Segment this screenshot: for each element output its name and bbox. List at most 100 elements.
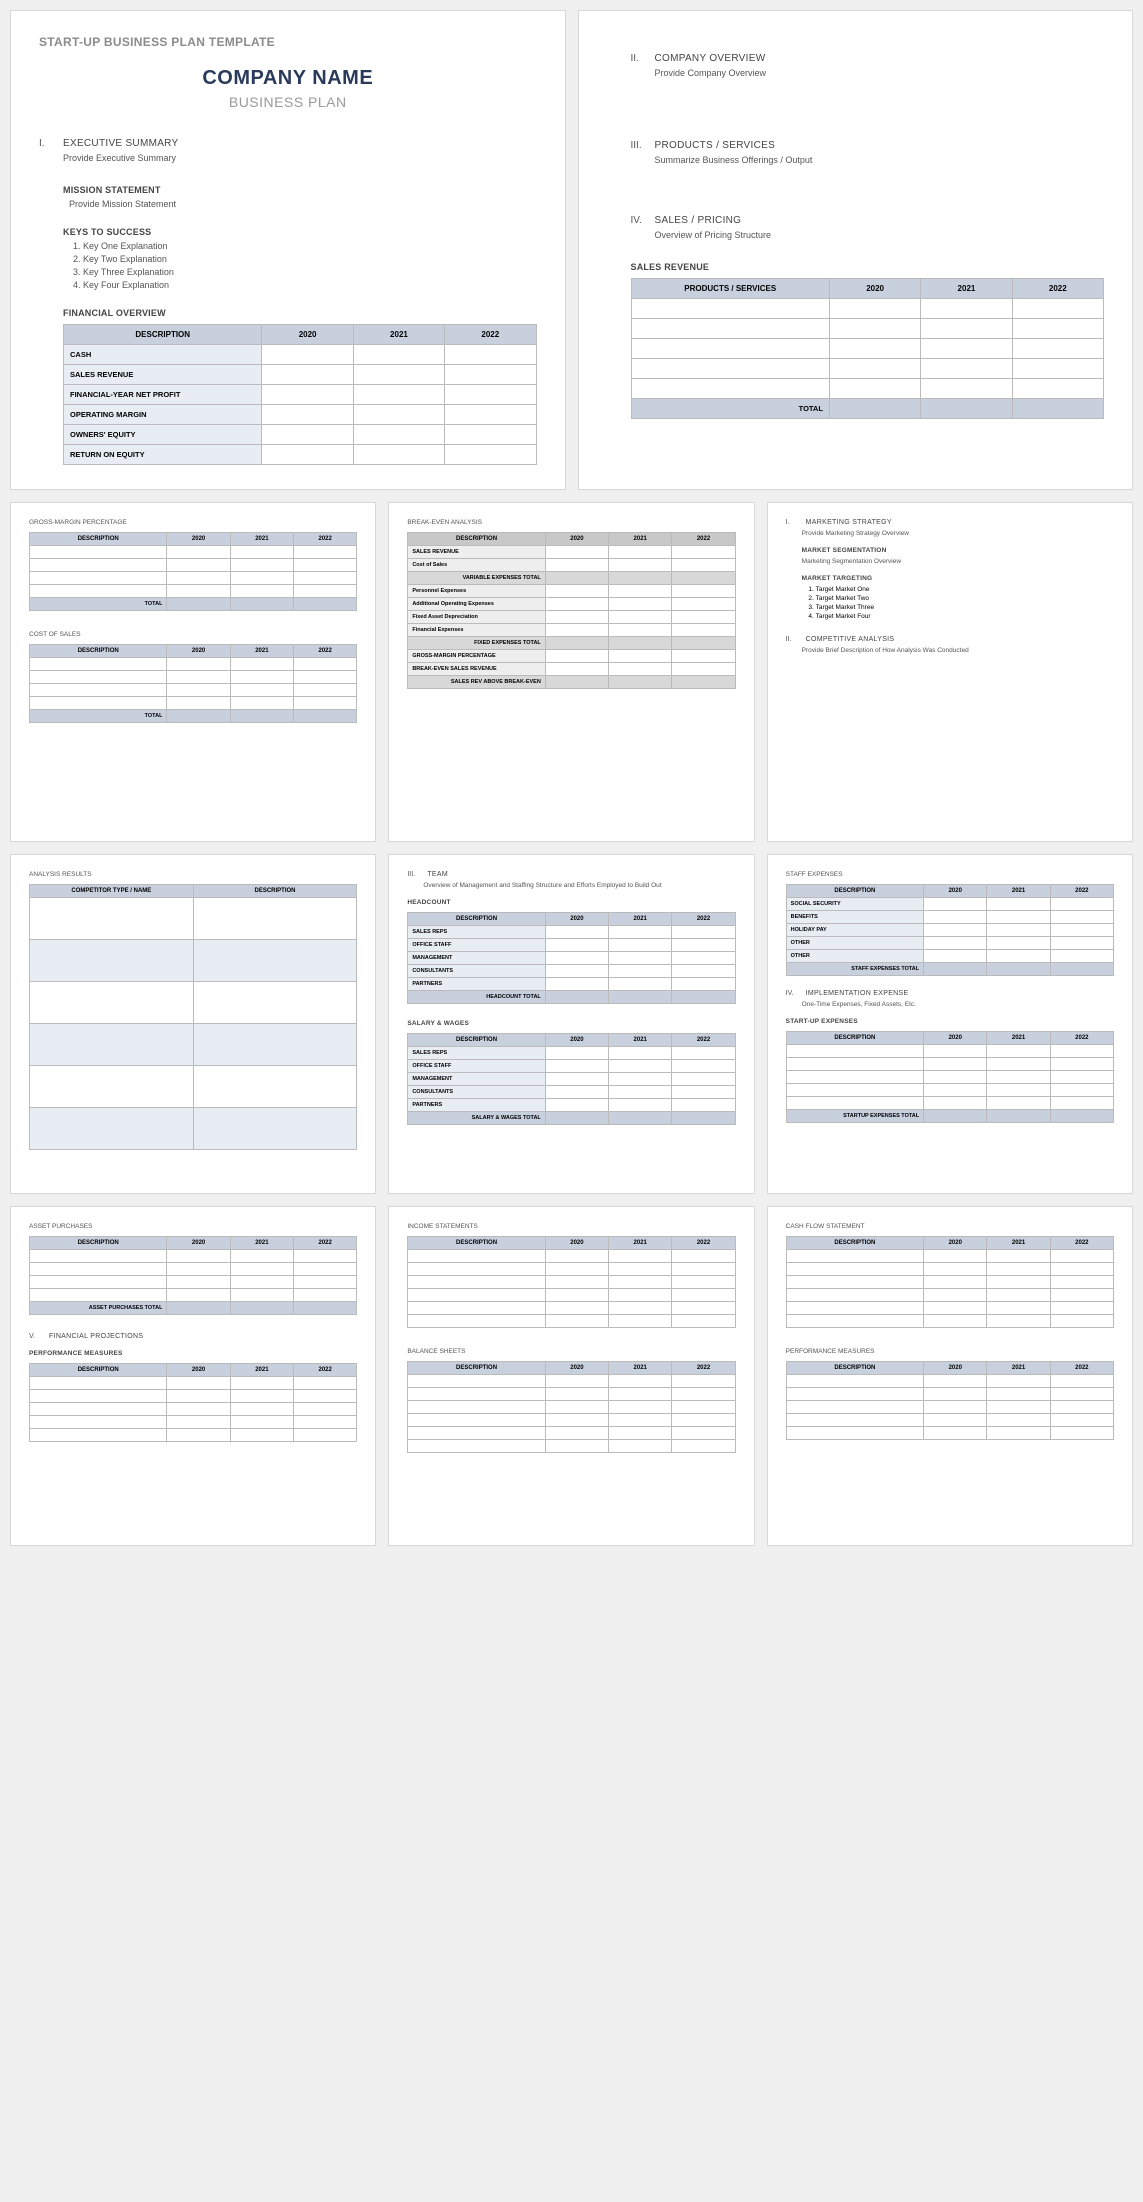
subsection-heading: BREAK-EVEN ANALYSIS — [407, 519, 735, 526]
section-body: One-Time Expenses, Fixed Assets, Etc. — [802, 1001, 1114, 1008]
table-header-row: PRODUCTS / SERVICES202020212022 — [631, 279, 1104, 299]
subsection-heading: PERFORMANCE MEASURES — [786, 1348, 1114, 1355]
section-num: I. — [39, 138, 53, 149]
list-item: Key Four Explanation — [83, 280, 537, 290]
table-row: RETURN ON EQUITY — [64, 445, 537, 465]
subsection-heading: INCOME STATEMENTS — [407, 1223, 735, 1230]
section-heading: MARKETING STRATEGY — [806, 519, 892, 526]
page-4: BREAK-EVEN ANALYSIS DESCRIPTION202020212… — [388, 502, 754, 842]
subsection-heading: KEYS TO SUCCESS — [63, 227, 537, 237]
table-row: OWNERS' EQUITY — [64, 425, 537, 445]
subsection-heading: START-UP EXPENSES — [786, 1018, 1114, 1025]
page-8: STAFF EXPENSES DESCRIPTION202020212022 S… — [767, 854, 1133, 1194]
list-item: Target Market Two — [816, 595, 1114, 602]
gross-margin-table: DESCRIPTION202020212022 TOTAL — [29, 532, 357, 611]
subsection-heading: SALES REVENUE — [631, 262, 1105, 272]
target-list: Target Market One Target Market Two Targ… — [816, 586, 1114, 620]
subsection-heading: COST OF SALES — [29, 631, 357, 638]
list-item: Key Two Explanation — [83, 254, 537, 264]
section-heading: TEAM — [427, 871, 448, 878]
section-num: I. — [786, 519, 796, 526]
table-row: CASH — [64, 345, 537, 365]
page-6: ANALYSIS RESULTS COMPETITOR TYPE / NAMED… — [10, 854, 376, 1194]
page-9: ASSET PURCHASES DESCRIPTION202020212022 … — [10, 1206, 376, 1546]
section-heading: COMPANY OVERVIEW — [655, 53, 766, 64]
asset-purchases-table: DESCRIPTION202020212022 ASSET PURCHASES … — [29, 1236, 357, 1315]
subsection-heading: MISSION STATEMENT — [63, 185, 537, 195]
financial-overview-table: DESCRIPTION202020212022 CASH SALES REVEN… — [63, 324, 537, 465]
cash-flow-table: DESCRIPTION202020212022 — [786, 1236, 1114, 1328]
table-row: SALES REVENUE — [64, 365, 537, 385]
section-num: IV. — [786, 990, 796, 997]
subsection-body: Provide Mission Statement — [69, 199, 537, 209]
section-heading: SALES / PRICING — [655, 215, 742, 226]
table-row: TOTAL — [631, 399, 1104, 419]
list-item: Target Market Three — [816, 604, 1114, 611]
subsection-heading: PERFORMANCE MEASURES — [29, 1350, 357, 1357]
table-row — [631, 379, 1104, 399]
section-body: Provide Executive Summary — [63, 153, 537, 163]
subtitle: BUSINESS PLAN — [39, 94, 537, 110]
section-heading: PRODUCTS / SERVICES — [655, 140, 776, 151]
cost-of-sales-table: DESCRIPTION202020212022 TOTAL — [29, 644, 357, 723]
subsection-heading: BALANCE SHEETS — [407, 1348, 735, 1355]
section-num: III. — [631, 140, 645, 151]
section-num: III. — [407, 871, 417, 878]
section-heading: FINANCIAL PROJECTIONS — [49, 1333, 143, 1340]
template-title: START-UP BUSINESS PLAN TEMPLATE — [39, 35, 537, 49]
section-body: Provide Brief Description of How Analysi… — [802, 647, 1114, 654]
subsection-heading: ASSET PURCHASES — [29, 1223, 357, 1230]
table-row — [631, 339, 1104, 359]
section-num: IV. — [631, 215, 645, 226]
subsection-heading: CASH FLOW STATEMENT — [786, 1223, 1114, 1230]
table-row — [631, 299, 1104, 319]
page-3: GROSS-MARGIN PERCENTAGE DESCRIPTION20202… — [10, 502, 376, 842]
subsection-body: Marketing Segmentation Overview — [802, 558, 1114, 565]
headcount-table: DESCRIPTION202020212022 SALES REPS OFFIC… — [407, 912, 735, 1004]
company-name: COMPANY NAME — [39, 67, 537, 90]
startup-expenses-table: DESCRIPTION202020212022 STARTUP EXPENSES… — [786, 1031, 1114, 1123]
table-row: OPERATING MARGIN — [64, 405, 537, 425]
section-num: II. — [786, 636, 796, 643]
subsection-heading: STAFF EXPENSES — [786, 871, 1114, 878]
section-heading: COMPETITIVE ANALYSIS — [806, 636, 895, 643]
section-num: V. — [29, 1333, 39, 1340]
subsection-heading: MARKET SEGMENTATION — [802, 547, 1114, 554]
analysis-results-table: COMPETITOR TYPE / NAMEDESCRIPTION — [29, 884, 357, 1150]
list-item: Target Market One — [816, 586, 1114, 593]
list-item: Target Market Four — [816, 613, 1114, 620]
list-item: Key One Explanation — [83, 241, 537, 251]
page-1: START-UP BUSINESS PLAN TEMPLATE COMPANY … — [10, 10, 566, 490]
page-11: CASH FLOW STATEMENT DESCRIPTION202020212… — [767, 1206, 1133, 1546]
section-body: Overview of Pricing Structure — [655, 230, 1105, 240]
sales-revenue-table: PRODUCTS / SERVICES202020212022 TOTAL — [631, 278, 1105, 419]
section-heading: IMPLEMENTATION EXPENSE — [806, 990, 909, 997]
page-2: II.COMPANY OVERVIEW Provide Company Over… — [578, 10, 1134, 490]
page-5: I. MARKETING STRATEGY Provide Marketing S… — [767, 502, 1133, 842]
page-10: INCOME STATEMENTS DESCRIPTION20202021202… — [388, 1206, 754, 1546]
subsection-heading: MARKET TARGETING — [802, 575, 1114, 582]
table-header-row: DESCRIPTION202020212022 — [64, 325, 537, 345]
income-statements-table: DESCRIPTION202020212022 — [407, 1236, 735, 1328]
subsection-heading: HEADCOUNT — [407, 899, 735, 906]
page-7: III.TEAM Overview of Management and Staf… — [388, 854, 754, 1194]
subsection-heading: FINANCIAL OVERVIEW — [63, 308, 537, 318]
performance-measures-table: DESCRIPTION202020212022 — [29, 1363, 357, 1442]
section-body: Provide Marketing Strategy Overview — [802, 530, 1114, 537]
balance-sheets-table: DESCRIPTION202020212022 — [407, 1361, 735, 1453]
list-item: Key Three Explanation — [83, 267, 537, 277]
staff-expenses-table: DESCRIPTION202020212022 SOCIAL SECURITY … — [786, 884, 1114, 976]
performance-measures-table-2: DESCRIPTION202020212022 — [786, 1361, 1114, 1440]
section-body: Summarize Business Offerings / Output — [655, 155, 1105, 165]
salary-table: DESCRIPTION202020212022 SALES REPS OFFIC… — [407, 1033, 735, 1125]
subsection-heading: SALARY & WAGES — [407, 1020, 735, 1027]
table-row — [631, 359, 1104, 379]
subsection-heading: ANALYSIS RESULTS — [29, 871, 357, 878]
break-even-table: DESCRIPTION202020212022 SALES REVENUE Co… — [407, 532, 735, 689]
subsection-heading: GROSS-MARGIN PERCENTAGE — [29, 519, 357, 526]
table-row: FINANCIAL-YEAR NET PROFIT — [64, 385, 537, 405]
section-heading: EXECUTIVE SUMMARY — [63, 138, 179, 149]
table-row — [631, 319, 1104, 339]
section-num: II. — [631, 53, 645, 64]
keys-list: Key One Explanation Key Two Explanation … — [83, 241, 537, 290]
